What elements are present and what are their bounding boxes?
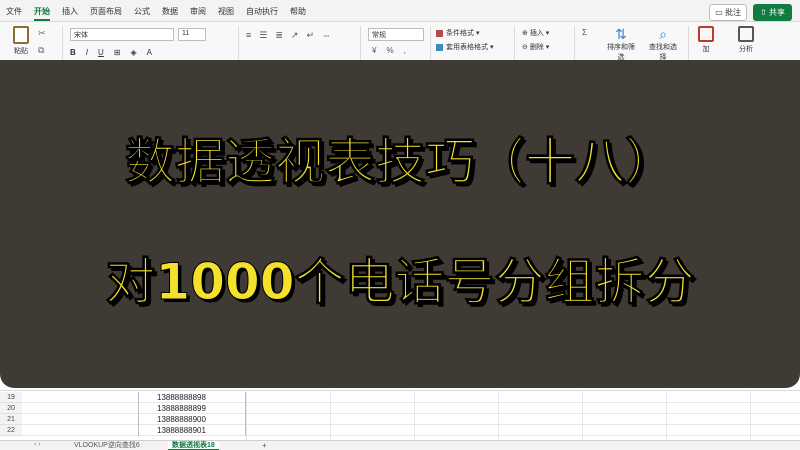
- paste-button[interactable]: 粘贴: [8, 26, 34, 56]
- comment-button[interactable]: ▭ 批注: [709, 4, 748, 21]
- cell-value[interactable]: 13888888901: [138, 425, 246, 436]
- number-format-select[interactable]: 常规: [368, 28, 424, 41]
- tab-file[interactable]: 文件: [6, 6, 22, 21]
- sheet-tab-pivot[interactable]: 数据透视表18: [168, 441, 219, 450]
- tab-help[interactable]: 帮助: [290, 6, 306, 21]
- alignment-tools: ≡ ☰ ≣ ↗ ↵ ⇔: [246, 30, 331, 41]
- row-header[interactable]: 19: [0, 392, 22, 403]
- tab-insert[interactable]: 插入: [62, 6, 78, 21]
- cut-icon[interactable]: ✂: [38, 28, 46, 39]
- table-format-label: 套用表格格式: [446, 44, 488, 51]
- row-header[interactable]: 21: [0, 414, 22, 425]
- orientation-icon[interactable]: ↗: [291, 30, 299, 41]
- tab-view[interactable]: 视图: [218, 6, 234, 21]
- group-divider: [238, 26, 239, 60]
- overlay-title-line2: 对1000个电话号分组拆分: [105, 253, 695, 312]
- ribbon-home: 粘贴 ✂ ⧉ 宋体 11 B I U ⊞ ◈ A ≡ ☰ ≣ ↗ ↵ ⇔ 常规 …: [0, 22, 800, 62]
- add-sheet-button[interactable]: +: [262, 441, 267, 450]
- number-tools: ¥ % ,: [372, 46, 406, 55]
- comment-icon: ▭: [715, 8, 726, 17]
- autosum-icon[interactable]: Σ: [582, 28, 587, 37]
- row-header[interactable]: 20: [0, 403, 22, 414]
- tab-page-layout[interactable]: 页面布局: [90, 6, 122, 21]
- delete-label: 删除: [529, 44, 544, 51]
- group-divider: [430, 26, 431, 60]
- font-color-icon[interactable]: A: [147, 48, 152, 57]
- merge-icon[interactable]: ⇔: [322, 30, 331, 41]
- sheet-tab-vlookup[interactable]: VLOOKUP逆向查找6: [70, 441, 144, 450]
- comma-icon[interactable]: ,: [404, 46, 406, 55]
- tab-review[interactable]: 审阅: [190, 6, 206, 21]
- currency-icon[interactable]: ¥: [372, 46, 376, 55]
- analyze-icon: [738, 26, 754, 42]
- delete-cells-button[interactable]: ⊖ 删除 ▾: [522, 42, 549, 52]
- table-format-icon: [436, 43, 443, 51]
- cell-value[interactable]: 13888888899: [138, 403, 246, 414]
- ribbon-tabs: 文件 开始 插入 页面布局 公式 数据 审阅 视图 自动执行 帮助: [6, 6, 306, 21]
- share-label: 共享: [769, 8, 785, 17]
- conditional-format-label: 条件格式: [446, 30, 474, 37]
- group-divider: [574, 26, 575, 60]
- share-icon: ⇧: [760, 8, 769, 17]
- wrap-text-icon[interactable]: ↵: [306, 30, 314, 41]
- border-icon[interactable]: ⊞: [114, 48, 121, 57]
- cell-value[interactable]: 13888888898: [138, 392, 246, 403]
- analyze-label: 分析: [739, 46, 753, 53]
- copy-icon[interactable]: ⧉: [38, 45, 46, 56]
- addins-button[interactable]: 加: [694, 26, 718, 54]
- find-select-button[interactable]: ⌕ 查找和选择: [646, 26, 680, 62]
- align-top-icon[interactable]: ≡: [246, 30, 251, 41]
- sheet-nav-arrows-icon[interactable]: ‹ ›: [34, 441, 41, 448]
- insert-icon: ⊕: [522, 30, 530, 37]
- styles-group: 条件格式 ▾ 套用表格格式 ▾: [436, 28, 493, 56]
- italic-icon[interactable]: I: [86, 48, 88, 57]
- insert-label: 插入: [529, 30, 544, 37]
- align-bottom-icon[interactable]: ≣: [275, 30, 283, 41]
- sort-filter-label: 排序和筛选: [607, 44, 635, 61]
- tab-data[interactable]: 数据: [162, 6, 178, 21]
- conditional-format-icon: [436, 29, 443, 37]
- title-overlay: 数据透视表技巧（十八） 对1000个电话号分组拆分: [0, 60, 800, 388]
- bold-icon[interactable]: B: [70, 48, 76, 57]
- sort-filter-icon: ⇅: [615, 26, 627, 42]
- group-divider: [514, 26, 515, 60]
- top-right-actions: ▭ 批注 ⇧ 共享: [709, 4, 792, 21]
- tab-automate[interactable]: 自动执行: [246, 6, 278, 21]
- editing-group: ⇅ 排序和筛选 ⌕ 查找和选择: [604, 26, 680, 62]
- sort-filter-button[interactable]: ⇅ 排序和筛选: [604, 26, 638, 62]
- row-header[interactable]: 22: [0, 425, 22, 436]
- share-button[interactable]: ⇧ 共享: [753, 4, 792, 21]
- table-format-button[interactable]: 套用表格格式 ▾: [436, 42, 493, 52]
- font-name-select[interactable]: 宋体: [70, 28, 174, 41]
- group-divider: [62, 26, 63, 60]
- clipboard-mini-tools: ✂ ⧉: [38, 28, 46, 56]
- percent-icon[interactable]: %: [386, 46, 393, 55]
- find-select-label: 查找和选择: [649, 44, 677, 61]
- underline-icon[interactable]: U: [98, 48, 104, 57]
- fill-color-icon[interactable]: ◈: [131, 48, 137, 57]
- align-middle-icon[interactable]: ☰: [259, 30, 267, 41]
- overlay-title-line1: 数据透视表技巧（十八）: [125, 133, 676, 192]
- group-divider: [688, 26, 689, 60]
- cells-group: ⊕ 插入 ▾ ⊖ 删除 ▾: [522, 28, 549, 56]
- group-divider: [360, 26, 361, 60]
- analyze-data-button[interactable]: 分析: [732, 26, 760, 54]
- paste-label: 粘贴: [14, 48, 28, 55]
- tab-formulas[interactable]: 公式: [134, 6, 150, 21]
- clipboard-icon: [13, 26, 29, 44]
- insert-cells-button[interactable]: ⊕ 插入 ▾: [522, 28, 549, 38]
- find-select-icon: ⌕: [659, 26, 667, 42]
- addins-icon: [698, 26, 714, 42]
- tab-home[interactable]: 开始: [34, 6, 50, 21]
- font-size-select[interactable]: 11: [178, 28, 206, 41]
- ribbon-tab-bar: 文件 开始 插入 页面布局 公式 数据 审阅 视图 自动执行 帮助 ▭ 批注 ⇧…: [0, 0, 800, 22]
- cell-value[interactable]: 13888888900: [138, 414, 246, 425]
- addins-label: 加: [702, 46, 710, 53]
- delete-icon: ⊖: [522, 44, 530, 51]
- font-style-buttons: B I U ⊞ ◈ A: [70, 48, 152, 57]
- sheet-tab-bar: ‹ › VLOOKUP逆向查找6 数据透视表18 +: [0, 440, 800, 450]
- comment-label: 批注: [725, 8, 742, 17]
- conditional-format-button[interactable]: 条件格式 ▾: [436, 28, 493, 38]
